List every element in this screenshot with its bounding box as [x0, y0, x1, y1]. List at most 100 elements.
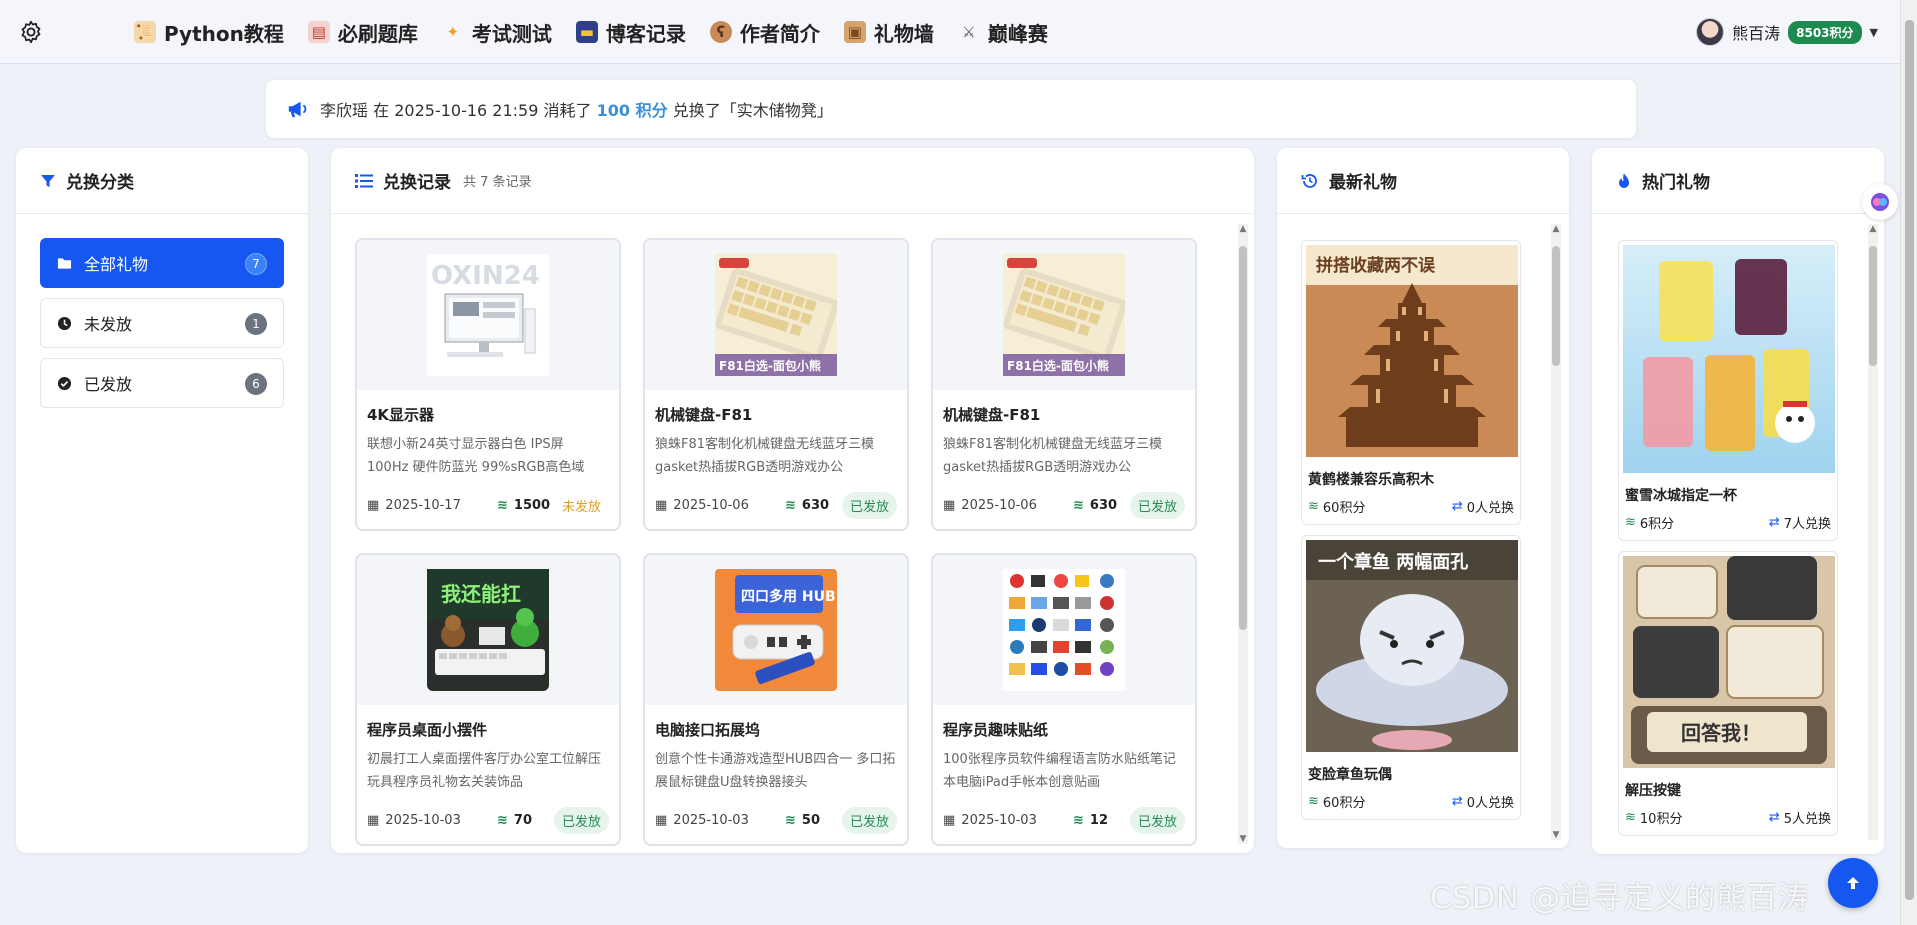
records-count: 共 7 条记录 — [463, 175, 532, 190]
hot-gifts-title: 热门礼物 — [1642, 173, 1710, 193]
nav-item-about[interactable]: ʕ 作者简介 — [709, 18, 820, 47]
filter-icon — [41, 174, 55, 187]
record-date: 2025-10-06 — [673, 497, 749, 513]
nav-item-exam[interactable]: ✦ 考试测试 — [442, 18, 552, 47]
record-date: 2025-10-03 — [385, 812, 461, 828]
coins-icon: ≋ — [1073, 497, 1084, 513]
scroll-up-arrow[interactable]: ▲ — [1551, 224, 1561, 234]
bear-icon: ʕ — [709, 21, 732, 43]
category-pending[interactable]: 未发放 1 — [40, 298, 284, 348]
caret-down-icon[interactable]: ▼ — [1870, 26, 1878, 39]
calendar-icon: ▦ — [367, 812, 380, 828]
scroll-up-arrow[interactable]: ▲ — [1238, 224, 1248, 234]
drinks-gift-image — [1623, 245, 1835, 473]
status-badge: 未发放 — [561, 499, 601, 515]
svg-text:一个章鱼 两幅面孔: 一个章鱼 两幅面孔 — [1318, 551, 1468, 573]
coins-icon: ≋ — [1073, 812, 1084, 828]
history-icon — [1301, 173, 1317, 188]
svg-text:拼搭收藏两不误: 拼搭收藏两不误 — [1316, 255, 1436, 276]
assistant-icon[interactable] — [1862, 184, 1898, 220]
record-desc: 狼蛛F81客制化机械键盘无线蓝牙三模gasket热插拔RGB透明游戏办公 — [943, 437, 1163, 475]
record-points: 70 — [513, 812, 532, 828]
svg-text:OXIN24: OXIN24 — [431, 261, 540, 291]
nav-item-question-bank[interactable]: ▤ 必刷题库 — [307, 18, 418, 47]
scroll-thumb[interactable] — [1905, 20, 1914, 900]
svg-text:F81白选-面包小熊: F81白选-面包小熊 — [719, 358, 821, 373]
top-nav: 📜 Python教程 ▤ 必刷题库 ✦ 考试测试 ▬ 博客记录 ʕ 作者简介 ▣… — [0, 0, 1900, 64]
status-badge: 已发放 — [1129, 806, 1185, 834]
coins-icon: ≋ — [497, 497, 508, 513]
nav-item-gift-wall[interactable]: ▣ 礼物墙 — [843, 18, 934, 47]
gear-icon[interactable] — [18, 19, 44, 45]
keyboard-product-image: F81白选-面包小熊 — [1003, 254, 1125, 376]
record-card[interactable]: F81白选-面包小熊 机械键盘-F81 狼蛛F81客制化机械键盘无线蓝牙三模ga… — [643, 238, 909, 531]
latest-gifts-title: 最新礼物 — [1329, 173, 1397, 193]
exchange-icon: ⇄ — [1451, 794, 1463, 809]
list-icon — [355, 173, 373, 188]
record-card[interactable]: OXIN24 4K显示器 联想小新24英寸显示器白色 IPS屏 100Hz 硬件… — [355, 238, 621, 531]
scroll-down-arrow[interactable]: ▼ — [1238, 834, 1248, 844]
record-date: 2025-10-03 — [673, 812, 749, 828]
gift-name: 变脸章鱼玩偶 — [1308, 767, 1392, 783]
coins-icon: ≋ — [1625, 810, 1636, 825]
swords-icon: ⚔ — [962, 23, 976, 41]
latest-gift-list: 拼搭收藏两不误 黄鹤楼兼容乐高积木 ≋ 60积分 ⇄ 0人兑换 一个章鱼 两幅面… — [1301, 240, 1521, 820]
folder-icon — [57, 258, 72, 269]
back-to-top-button[interactable] — [1828, 858, 1878, 908]
status-badge: 已发放 — [1129, 491, 1185, 519]
scroll-up-arrow[interactable]: ▲ — [1868, 224, 1878, 234]
record-title: 电脑接口拓展坞 — [655, 721, 761, 739]
record-date: 2025-10-06 — [961, 497, 1037, 513]
scroll-down-arrow[interactable]: ▼ — [1551, 830, 1561, 840]
nav-item-contest[interactable]: ⚔ 巅峰赛 — [958, 18, 1048, 47]
nav-item-blog[interactable]: ▬ 博客记录 — [575, 18, 686, 47]
gift-card[interactable]: 一个章鱼 两幅面孔 变脸章鱼玩偶 ≋ 60积分 ⇄ 0人兑换 — [1301, 535, 1521, 820]
stickers-image — [1003, 569, 1125, 691]
record-points: 630 — [1089, 497, 1118, 513]
page-scrollbar[interactable] — [1900, 0, 1917, 925]
category-list: 全部礼物 7 未发放 1 已发放 6 — [16, 214, 308, 432]
latest-scrollbar[interactable]: ▲ ▼ — [1551, 224, 1561, 840]
gift-card[interactable]: 拼搭收藏两不误 黄鹤楼兼容乐高积木 ≋ 60积分 ⇄ 0人兑换 — [1301, 240, 1521, 525]
record-points: 12 — [1089, 812, 1108, 828]
exchange-icon: ⇄ — [1768, 810, 1780, 825]
scroll-thumb[interactable] — [1869, 246, 1877, 366]
record-card[interactable]: 我还能扛 程序员桌面小摆件 初晨打工人桌面摆件客厅办公室工位解压玩具程序员礼物玄… — [355, 553, 621, 846]
tower-gift-image: 拼搭收藏两不误 — [1306, 245, 1518, 457]
record-card[interactable]: 四口多用 HUB 电脑接口拓展坞 创意个性卡通游戏造型HUB四合一 多口拓展鼠标… — [643, 553, 909, 846]
coins-icon: ≋ — [1625, 515, 1636, 530]
keyboard-product-image: F81白选-面包小熊 — [715, 254, 837, 376]
hot-scrollbar[interactable]: ▲ — [1868, 224, 1878, 840]
record-card[interactable]: F81白选-面包小熊 机械键盘-F81 狼蛛F81客制化机械键盘无线蓝牙三模ga… — [931, 238, 1197, 531]
scroll-thumb[interactable] — [1552, 246, 1560, 366]
record-card[interactable]: 程序员趣味贴纸 100张程序员软件编程语言防水贴纸笔记本电脑iPad手帐本创意贴… — [931, 553, 1197, 846]
gift-points: 6积分 — [1639, 517, 1675, 532]
exchange-icon: ⇄ — [1768, 515, 1780, 530]
hot-gift-list: 蜜雪冰城指定一杯 ≋ 6积分 ⇄ 7人兑换 回答我！ 解压按键 ≋ 10积分 ⇄ 5人兑… — [1618, 240, 1838, 836]
gift-card[interactable]: 蜜雪冰城指定一杯 ≋ 6积分 ⇄ 7人兑换 — [1618, 240, 1838, 541]
sparkle-icon: ✦ — [446, 23, 460, 41]
category-delivered[interactable]: 已发放 6 — [40, 358, 284, 408]
gift-name: 蜜雪冰城指定一杯 — [1625, 488, 1737, 504]
scroll-thumb[interactable] — [1239, 246, 1247, 630]
gift-card[interactable]: 回答我！ 解压按键 ≋ 10积分 ⇄ 5人兑换 — [1618, 551, 1838, 836]
user-name: 熊百涛 — [1732, 24, 1781, 43]
user-menu[interactable]: 熊百涛 8503积分 ▼ — [1696, 18, 1878, 46]
record-points: 630 — [801, 497, 830, 513]
gift-name: 黄鹤楼兼容乐高积木 — [1308, 472, 1434, 488]
category-panel: 兑换分类 全部礼物 7 未发放 1 已发放 6 — [16, 148, 308, 853]
svg-text:我还能扛: 我还能扛 — [441, 582, 521, 606]
record-desc: 创意个性卡通游戏造型HUB四合一 多口拓展鼠标键盘U盘转换器接头 — [655, 752, 896, 790]
category-all[interactable]: 全部礼物 7 — [40, 238, 284, 288]
record-title: 机械键盘-F81 — [655, 406, 753, 424]
gift-name: 解压按键 — [1625, 783, 1681, 799]
nav-item-python[interactable]: 📜 Python教程 — [134, 18, 284, 47]
desk-ornament-image: 我还能扛 — [427, 569, 549, 691]
calendar-icon: ▦ — [367, 497, 380, 513]
coins-icon: ≋ — [497, 812, 508, 828]
gift-exchanges: 7人兑换 — [1783, 517, 1831, 532]
status-badge: 已发放 — [553, 806, 609, 834]
octopus-gift-image: 一个章鱼 两幅面孔 — [1306, 540, 1518, 752]
records-scrollbar[interactable]: ▲ ▼ — [1238, 224, 1248, 844]
avatar[interactable] — [1696, 18, 1725, 46]
